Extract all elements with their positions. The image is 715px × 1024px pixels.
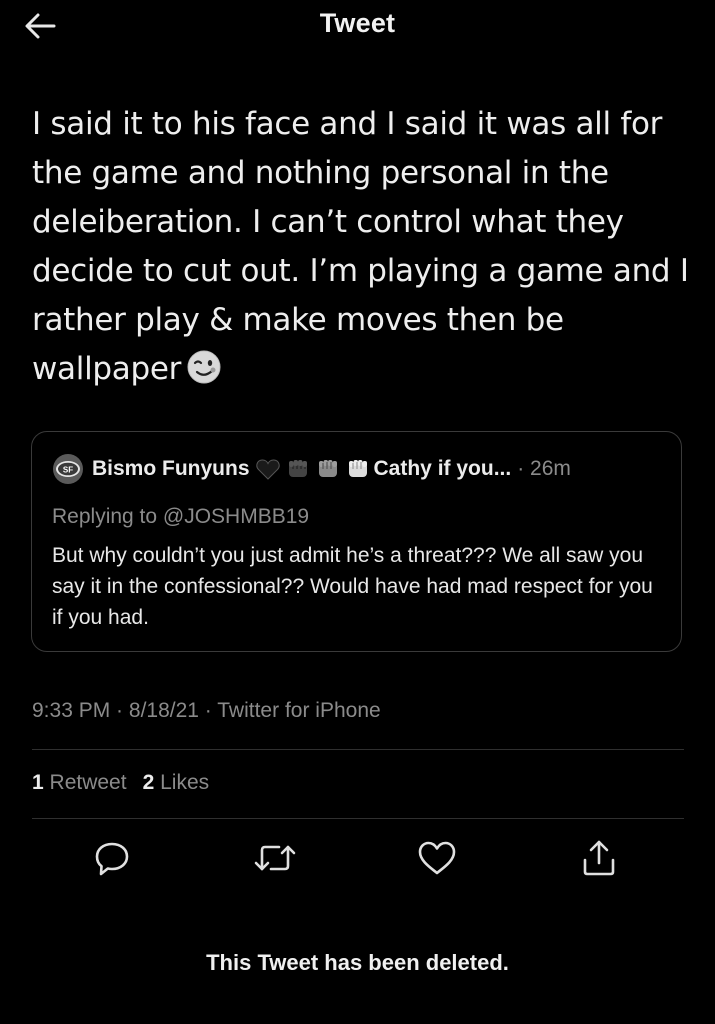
- replying-to: Replying to @JOSHMBB19: [52, 505, 310, 528]
- name-emojis: [255, 457, 370, 481]
- likes-count: 2: [142, 771, 155, 794]
- quoted-author-name-suffix: Cathy if you...: [373, 457, 512, 480]
- quoted-tweet-body: But why couldn’t you just admit he’s a t…: [52, 544, 653, 629]
- svg-text:SF: SF: [63, 466, 73, 475]
- retweets-label: Retweet: [49, 771, 127, 794]
- divider: [32, 818, 684, 819]
- raised-fist-medium-icon: [318, 460, 337, 477]
- tweet-metadata: 9:33 PM · 8/18/21 · Twitter for iPhone: [32, 699, 381, 723]
- tweet-date[interactable]: 8/18/21: [129, 699, 199, 722]
- raised-fist-light-icon: [348, 460, 367, 477]
- reply-icon: [95, 842, 129, 876]
- reply-button[interactable]: [90, 836, 134, 880]
- tweet-stats: 1 Retweet 2 Likes: [32, 771, 209, 795]
- tweet-time[interactable]: 9:33 PM: [32, 699, 110, 722]
- black-heart-icon: [255, 459, 280, 480]
- retweet-icon: [254, 845, 296, 871]
- meta-separator: ·: [198, 699, 218, 722]
- quoted-tweet-time[interactable]: · 26m: [517, 457, 571, 481]
- page-title: Tweet: [319, 8, 396, 38]
- likes-stat[interactable]: 2 Likes: [143, 771, 210, 795]
- meta-separator: ·: [110, 699, 129, 722]
- retweets-count: 1: [32, 771, 44, 794]
- share-button[interactable]: [577, 836, 621, 880]
- likes-label: Likes: [160, 771, 210, 794]
- top-bar: Tweet: [0, 0, 715, 52]
- retweets-stat[interactable]: 1 Retweet: [32, 771, 127, 795]
- like-icon: [418, 841, 456, 875]
- divider: [32, 749, 684, 750]
- quoted-tweet-header: SF Bismo Funyuns Cathy if you... · 26m: [52, 454, 571, 484]
- tweet-text: I said it to his face and I said it was …: [32, 100, 692, 394]
- 49ers-logo-icon[interactable]: SF: [52, 453, 84, 485]
- tweet-text-content: I said it to his face and I said it was …: [32, 106, 689, 387]
- like-button[interactable]: [415, 836, 459, 880]
- raised-fist-dark-icon: [288, 460, 307, 477]
- share-icon: [583, 840, 615, 876]
- quoted-author-name[interactable]: Bismo Funyuns: [92, 457, 250, 481]
- retweet-button[interactable]: [253, 836, 297, 880]
- quoted-tweet-card[interactable]: SF Bismo Funyuns Cathy if you... · 26m R…: [31, 431, 682, 652]
- tweet-source[interactable]: Twitter for iPhone: [217, 699, 380, 722]
- deleted-notice: This Tweet has been deleted.: [206, 950, 509, 975]
- winking-face-icon: [187, 350, 221, 384]
